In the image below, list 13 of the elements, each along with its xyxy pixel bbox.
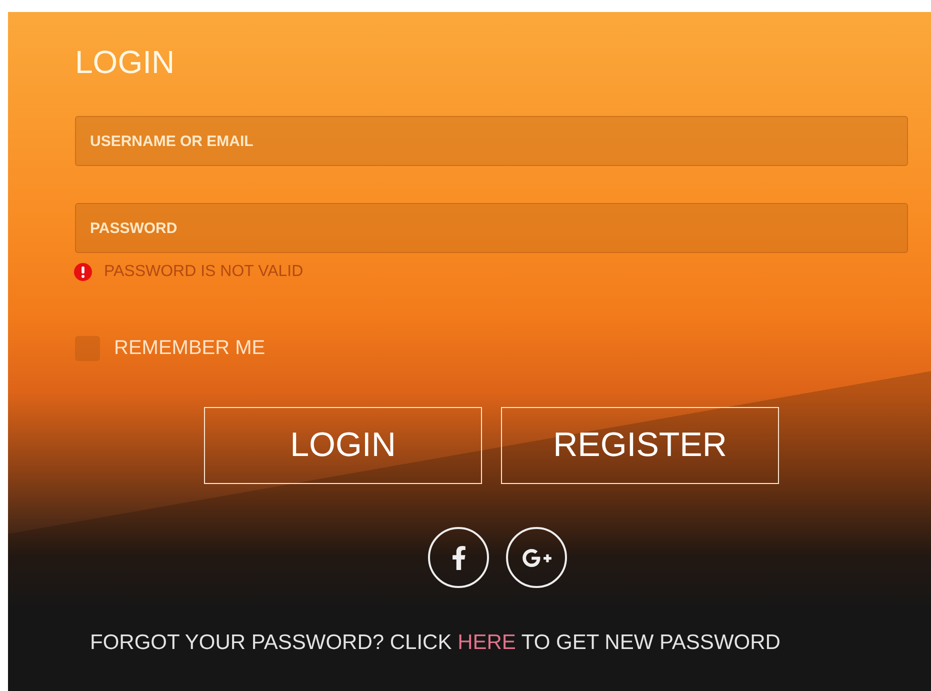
remember-label: REMEMBER ME	[114, 336, 266, 361]
login-button[interactable]: LOGIN	[204, 407, 482, 484]
register-button[interactable]: REGISTER	[501, 407, 779, 484]
error-message: PASSWORD IS NOT VALID	[104, 262, 304, 282]
login-title: LOGIN	[75, 46, 175, 78]
remember-checkbox[interactable]	[75, 336, 100, 360]
facebook-button[interactable]	[428, 527, 489, 588]
password-field[interactable]: PASSWORD	[75, 203, 908, 253]
username-field[interactable]: USERNAME OR EMAIL	[75, 116, 908, 166]
google-plus-button[interactable]	[506, 527, 567, 588]
here-link[interactable]: HERE	[458, 631, 516, 654]
error-icon	[74, 263, 92, 281]
forgot-password-text: FORGOT YOUR PASSWORD? CLICK HERE TO GET NEW PASSWORD	[90, 630, 782, 656]
